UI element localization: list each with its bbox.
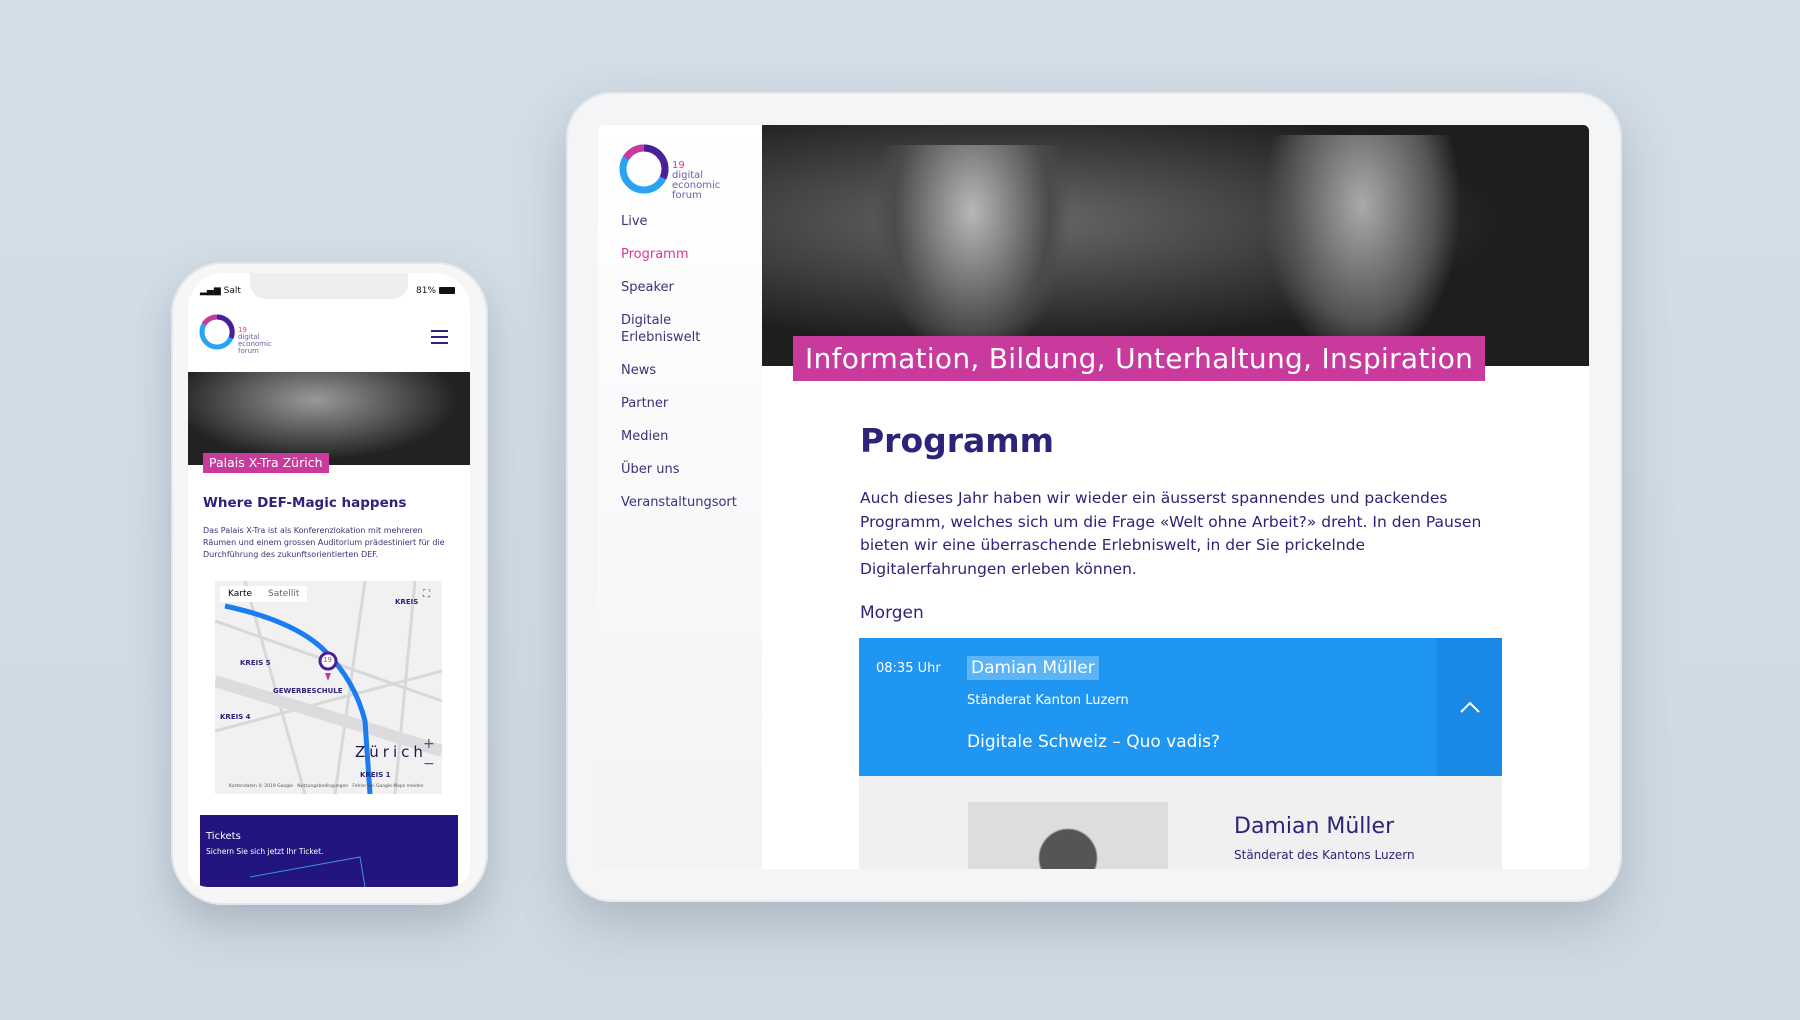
venue-image	[188, 372, 470, 465]
nav-label: Digitale	[621, 313, 672, 328]
speaker-photo	[968, 802, 1168, 869]
venue-caption: Palais X-Tra Zürich	[203, 453, 329, 473]
battery-icon	[438, 287, 455, 294]
speaker-name: Damian Müller	[1234, 814, 1395, 839]
logo-ring-icon	[199, 314, 235, 350]
hero-caption: Information, Bildung, Unterhaltung, Insp…	[793, 336, 1486, 381]
nav-veranstaltungsort[interactable]: Veranstaltungsort	[621, 494, 737, 511]
sidebar: 19 digital economic forum Live Programm …	[598, 125, 762, 869]
nav-partner[interactable]: Partner	[621, 395, 668, 412]
phone-screen: ▂▄▆ Salt 81% 19 digital economic forum P…	[188, 273, 470, 887]
venue-title: Where DEF-Magic happens	[203, 495, 407, 511]
speaker-role: Ständerat des Kantons Luzern	[1234, 848, 1415, 862]
map-type-tabs: Karte Satellit	[220, 586, 308, 602]
battery-label: 81%	[416, 286, 437, 296]
nav-news[interactable]: News	[621, 362, 656, 379]
map-label: GEWERBESCHULE	[273, 687, 343, 695]
collapse-button[interactable]	[1437, 638, 1502, 776]
chevron-up-icon	[1459, 701, 1480, 713]
nav-label: Erlebniswelt	[621, 330, 701, 345]
session-time: 08:35 Uhr	[876, 661, 941, 676]
nav-live[interactable]: Live	[621, 213, 648, 230]
menu-button[interactable]	[431, 329, 448, 348]
logo[interactable]: 19 digital economic forum	[618, 143, 720, 201]
section-heading: Morgen	[860, 603, 924, 623]
speaker-detail: Damian Müller Ständerat des Kantons Luze…	[859, 776, 1502, 869]
map-label: KREIS	[395, 598, 419, 606]
map-label: KREIS 4	[220, 713, 251, 721]
map[interactable]: Karte Satellit 19 KREIS 5 GEWERBESCHULE …	[215, 581, 442, 794]
zoom-in-button[interactable]: +	[423, 736, 435, 752]
battery: 81%	[416, 286, 455, 296]
logo-text: forum	[238, 347, 259, 355]
logo[interactable]: 19 digital economic forum	[198, 313, 272, 355]
notch	[250, 273, 408, 299]
venue-text: Das Palais X-Tra ist als Konferenzlokati…	[203, 526, 445, 559]
nav-medien[interactable]: Medien	[621, 428, 668, 445]
nav-ueber-uns[interactable]: Über uns	[621, 461, 680, 478]
fullscreen-icon[interactable]: ⛶	[423, 589, 430, 600]
session-talk: Digitale Schweiz – Quo vadis?	[967, 732, 1221, 752]
tablet-screen: 19 digital economic forum Live Programm …	[598, 125, 1589, 869]
session-item[interactable]: 08:35 Uhr Damian Müller Ständerat Kanton…	[859, 638, 1502, 776]
map-label: KREIS 1	[360, 771, 391, 779]
logo-ring-icon	[619, 144, 669, 194]
session-role: Ständerat Kanton Luzern	[967, 693, 1129, 708]
nav-programm[interactable]: Programm	[621, 246, 689, 263]
nav-digitale-erlebniswelt[interactable]: Digitale Erlebniswelt	[621, 312, 700, 346]
carrier-label: Salt	[223, 286, 241, 296]
map-label: Zürich	[355, 743, 427, 761]
logo-text: forum	[672, 190, 702, 201]
carrier: ▂▄▆ Salt	[200, 286, 241, 296]
tickets-card[interactable]: Tickets Sichern Sie sich jetzt Ihr Ticke…	[200, 815, 458, 887]
hero-image	[762, 125, 1589, 366]
ticket-icon	[250, 856, 366, 887]
hamburger-icon	[431, 330, 448, 344]
tab-karte[interactable]: Karte	[220, 586, 260, 602]
tab-satellit[interactable]: Satellit	[260, 586, 307, 602]
map-pin-label[interactable]: 19	[323, 656, 332, 664]
intro-text: Auch dieses Jahr haben wir wieder ein äu…	[860, 489, 1482, 578]
map-footer: Kartendaten © 2019 Google Nutzungsbeding…	[229, 784, 424, 789]
zoom-out-button[interactable]: −	[423, 756, 435, 772]
session-speaker: Damian Müller	[967, 656, 1099, 680]
page-title: Programm	[860, 421, 1055, 460]
map-label: KREIS 5	[240, 659, 271, 667]
tickets-title: Tickets	[206, 831, 241, 842]
nav-speaker[interactable]: Speaker	[621, 279, 674, 296]
